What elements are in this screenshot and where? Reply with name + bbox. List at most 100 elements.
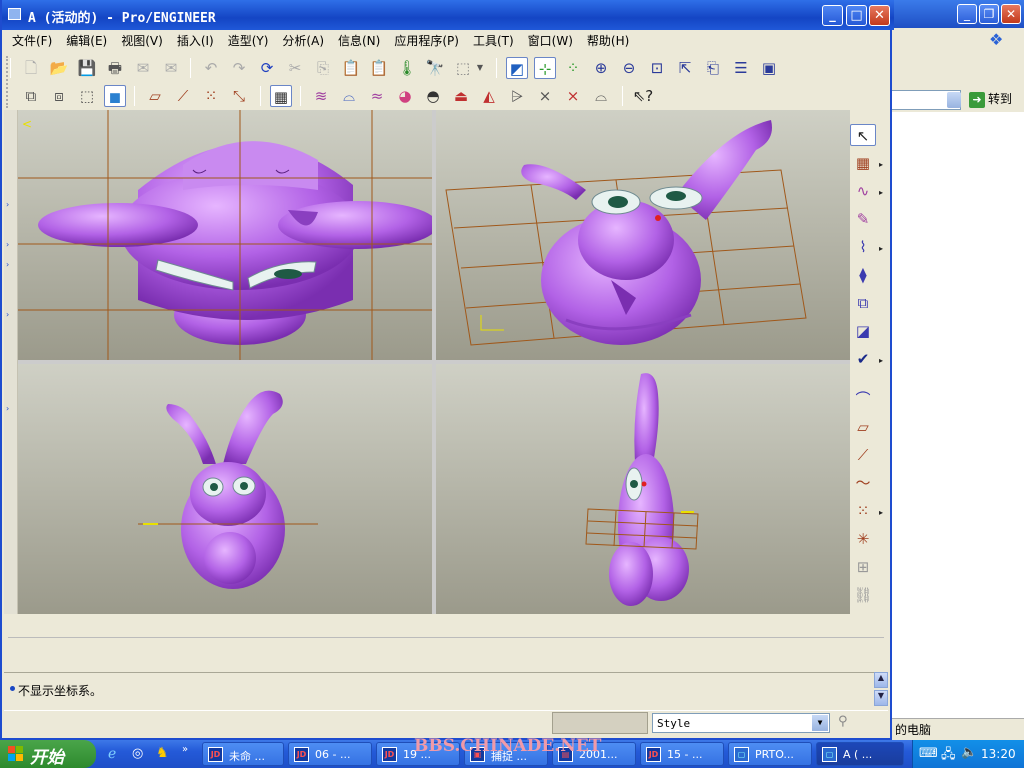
context-help-icon[interactable]: ⇖? (632, 85, 654, 107)
curve-icon[interactable]: ∿ (850, 180, 876, 202)
menu-style[interactable]: 造型(Y) (220, 30, 275, 49)
datum-plane-icon[interactable]: ▱ (850, 416, 876, 438)
taskbar-button-7[interactable]: ▢ PRTO... (728, 742, 812, 766)
menu-insert[interactable]: 插入(I) (169, 30, 220, 49)
message-scrollbar[interactable]: ▲ ▼ (874, 672, 888, 708)
select-arrow-icon[interactable]: ↖ (850, 124, 876, 146)
send-mail-icon[interactable]: ✉ (132, 57, 154, 79)
spin-center-icon[interactable]: ▦ (270, 85, 292, 107)
expand-arrow-icon[interactable]: › (6, 310, 9, 319)
dropdown-icon[interactable]: ▸ (879, 160, 883, 169)
maximize-button[interactable]: □ (846, 5, 867, 26)
view-manager-icon[interactable]: ▣ (758, 57, 780, 79)
redo-icon[interactable]: ↷ (228, 57, 250, 79)
menu-edit[interactable]: 编辑(E) (58, 30, 113, 49)
selection-filter[interactable]: Style ▼ (652, 713, 830, 733)
surface-connect-icon[interactable]: ⧫ (850, 264, 876, 286)
csys-icon[interactable]: ✳ (850, 528, 876, 550)
quicklaunch-expand-icon[interactable]: » (182, 744, 188, 755)
expand-arrow-icon[interactable]: › (6, 404, 9, 413)
datum-points-icon[interactable]: ⁘ (562, 57, 584, 79)
address-dropdown-icon[interactable] (947, 92, 961, 108)
menu-info[interactable]: 信息(N) (330, 30, 386, 49)
ie-icon[interactable]: ℯ (108, 746, 116, 762)
dropdown-icon[interactable]: ▸ (879, 188, 883, 197)
menu-tools[interactable]: 工具(T) (465, 30, 520, 49)
datum-point-icon[interactable]: ⁙ (850, 500, 876, 522)
menu-window[interactable]: 窗口(W) (520, 30, 579, 49)
hide-curvature-icon[interactable]: ⨯ (534, 85, 556, 107)
expand-arrow-icon[interactable]: › (6, 240, 9, 249)
graphics-area[interactable]: < (18, 110, 850, 614)
hidden-line-icon[interactable]: ⧈ (48, 85, 70, 107)
sketch-icon[interactable]: ⌒ (850, 388, 876, 410)
point-display-icon[interactable]: ⁙ (200, 85, 222, 107)
curvature-analysis-icon[interactable]: ◕ (394, 85, 416, 107)
go-button[interactable]: ➜ 转到 (969, 90, 1012, 108)
draft-analysis-icon[interactable]: ⏏ (450, 85, 472, 107)
menu-file[interactable]: 文件(F) (4, 30, 58, 49)
layers-icon[interactable]: ☰ (730, 57, 752, 79)
csys-display-icon[interactable]: ⤡ (228, 85, 250, 107)
taskbar-button-8[interactable]: ▢ A ( ... (816, 742, 904, 766)
model-tree-icon[interactable]: 🌡 (396, 57, 418, 79)
title-bar[interactable]: A (活动的) - Pro/ENGINEER (2, 0, 894, 30)
scroll-up-icon[interactable]: ▲ (874, 672, 888, 688)
chain-icon[interactable]: ⛓ (850, 584, 876, 606)
copy-icon[interactable]: ⎘ (312, 57, 334, 79)
network-icon[interactable]: 🖧 (941, 745, 956, 767)
offset-analysis-icon[interactable]: ≈ (366, 85, 388, 107)
surface-trim-icon[interactable]: ⧉ (850, 292, 876, 314)
select-dropdown-icon[interactable]: ▼ (474, 57, 486, 79)
datum-curve-icon[interactable]: 〜 (850, 472, 876, 494)
left-panel-strip[interactable]: › › › › › (4, 110, 18, 614)
paste-special-icon[interactable]: 📋 (368, 57, 390, 79)
background-window[interactable]: _ ❐ ✕ ❖ ➜ 转到 的电脑 (888, 0, 1024, 740)
active-plane-icon[interactable]: ▦ (850, 152, 876, 174)
refit-icon[interactable]: ⊡ (646, 57, 668, 79)
saved-views-icon[interactable]: ⎗ (702, 57, 724, 79)
no-hidden-icon[interactable]: ⬚ (76, 85, 98, 107)
print-icon[interactable]: 🖶 (104, 57, 126, 79)
plane-display-icon[interactable]: ▱ (144, 85, 166, 107)
viewport-top[interactable]: < (18, 110, 432, 360)
taskbar-button-6[interactable]: JD 15 - ... (640, 742, 724, 766)
viewport-front[interactable] (18, 364, 432, 614)
save-icon[interactable]: 💾 (76, 57, 98, 79)
select-box-icon[interactable]: ⬚ (452, 57, 474, 79)
start-button[interactable]: 开始 (0, 740, 96, 768)
menu-view[interactable]: 视图(V) (113, 30, 169, 49)
dropdown-icon[interactable]: ▸ (879, 356, 883, 365)
surface-edit-icon[interactable]: ◪ (850, 320, 876, 342)
dropdown-icon[interactable]: ▸ (879, 244, 883, 253)
slope-analysis-icon[interactable]: ◭ (478, 85, 500, 107)
section-analysis-icon[interactable]: ⌓ (338, 85, 360, 107)
bg-minimize-button[interactable]: _ (957, 4, 977, 24)
zoom-out-icon[interactable]: ⊖ (618, 57, 640, 79)
quicklaunch-icon[interactable]: ◎ (132, 746, 143, 761)
zoom-in-icon[interactable]: ⊕ (590, 57, 612, 79)
curve-analysis-icon[interactable]: ≋ (310, 85, 332, 107)
undo-icon[interactable]: ↶ (200, 57, 222, 79)
quicklaunch-icon-2[interactable]: ♞ (156, 745, 169, 761)
done-check-icon[interactable]: ✔ (850, 348, 876, 370)
datum-axes-icon[interactable]: ⊹ (534, 57, 556, 79)
find-icon[interactable]: 🔭 (424, 57, 446, 79)
cut-icon[interactable]: ✂ (284, 57, 306, 79)
wireframe-icon[interactable]: ⧉ (20, 85, 42, 107)
filter-dropdown-icon[interactable]: ▼ (812, 715, 828, 731)
mail-link-icon[interactable]: ✉ (160, 57, 182, 79)
taskbar-button-1[interactable]: JD 未命 ... (202, 742, 284, 766)
hide-all-icon[interactable]: ⌓ (590, 85, 612, 107)
minimize-button[interactable]: _ (822, 5, 843, 26)
bg-close-button[interactable]: ✕ (1001, 4, 1021, 24)
toolbar-grip[interactable] (6, 56, 12, 108)
expand-arrow-icon[interactable]: › (6, 200, 9, 209)
new-icon[interactable]: 🗋 (20, 57, 42, 79)
viewport-side[interactable] (436, 364, 850, 614)
menu-help[interactable]: 帮助(H) (579, 30, 635, 49)
curve-edit-icon[interactable]: ✎ (850, 208, 876, 230)
volume-icon[interactable]: 🔈 (961, 745, 977, 760)
menu-analysis[interactable]: 分析(A) (274, 30, 330, 49)
regenerate-icon[interactable]: ⟳ (256, 57, 278, 79)
